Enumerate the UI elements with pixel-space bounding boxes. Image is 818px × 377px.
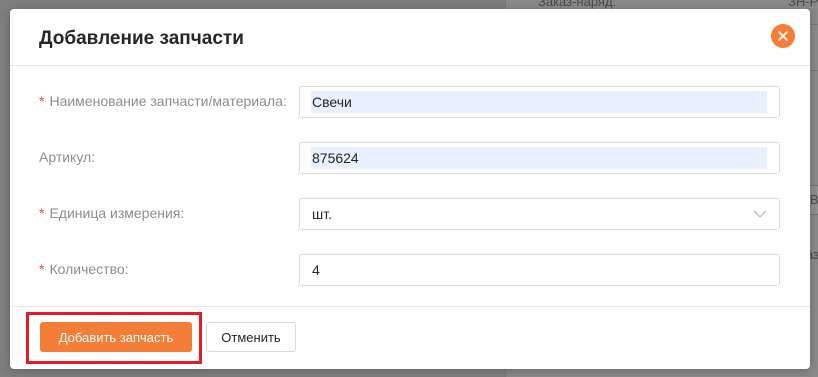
chevron-down-icon [753,210,767,218]
part-name-input[interactable]: Свечи [299,86,780,118]
quantity-value: 4 [312,262,320,278]
unit-row: * Единица измерения: шт. [10,198,810,230]
article-label: Артикул: [39,149,96,165]
quantity-input[interactable]: 4 [299,254,780,286]
dialog-footer: Добавить запчасть Отменить [10,306,810,369]
unit-value: шт. [312,206,332,222]
quantity-label-text: Количество: [49,261,129,277]
unit-select[interactable]: шт. [299,198,780,230]
part-name-label-text: Наименование запчасти/материала: [49,93,287,109]
background-label: Заказ-наряд: [538,0,617,9]
background-value: ЗН-Р [788,0,818,9]
article-row: Артикул: 875624 [10,142,810,174]
required-mark: * [39,205,45,221]
article-input[interactable]: 875624 [299,142,780,174]
required-mark: * [39,261,45,277]
add-part-dialog: Добавление запчасти * Наименование запчас… [10,9,810,369]
close-button[interactable] [771,24,795,48]
autofill-highlight [311,147,767,169]
autofill-highlight [311,91,767,113]
quantity-row: * Количество: 4 [10,254,810,286]
unit-label-text: Единица измерения: [49,205,185,221]
add-part-button[interactable]: Добавить запчасть [40,322,192,352]
quantity-label: * Количество: [39,261,129,277]
background-field-text: В [810,192,818,207]
unit-label: * Единица измерения: [39,205,184,221]
part-name-row: * Наименование запчасти/материала: Свечи [10,86,810,118]
part-name-value: Свечи [312,94,352,110]
part-name-label: * Наименование запчасти/материала: [39,93,287,109]
cancel-button[interactable]: Отменить [206,322,296,352]
article-value: 875624 [312,150,359,166]
close-icon [778,31,788,41]
dialog-header: Добавление запчасти [10,9,810,66]
dialog-title: Добавление запчасти [39,28,244,49]
required-mark: * [39,93,45,109]
